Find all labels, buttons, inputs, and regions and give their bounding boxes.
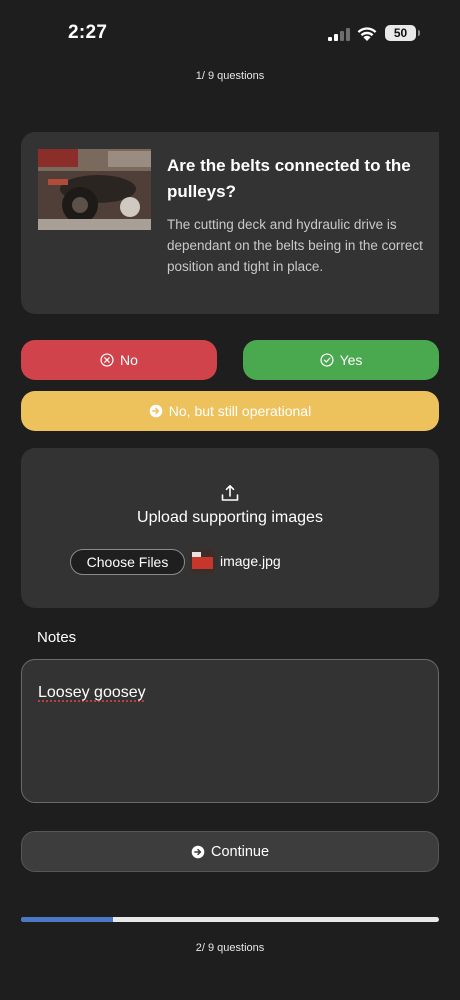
question-title: Are the belts connected to the pulleys? <box>167 156 411 201</box>
status-time: 2:27 <box>68 22 108 43</box>
upload-icon <box>221 485 239 501</box>
question-counter-bottom: 2/ 9 questions <box>195 942 265 954</box>
x-circle-icon <box>100 353 114 367</box>
machinery-photo-icon <box>38 149 151 230</box>
answer-partial-label: No, but still operational <box>168 403 312 419</box>
wifi-icon <box>357 27 377 41</box>
answer-yes-button[interactable]: Yes <box>243 340 439 380</box>
upload-title: Upload supporting images <box>137 509 323 526</box>
answer-no-button[interactable]: No <box>21 340 217 380</box>
cellular-signal-icon <box>328 27 350 41</box>
battery-indicator: 50 <box>385 25 420 41</box>
notes-label: Notes <box>37 629 77 646</box>
question-image[interactable] <box>38 149 151 230</box>
continue-label: Continue <box>210 843 270 860</box>
answer-yes-label: Yes <box>339 352 363 368</box>
question-description: The cutting deck and hydraulic drive is … <box>167 217 423 274</box>
question-card: Are the belts connected to the pulleys? … <box>21 132 439 314</box>
image-thumbnail-icon <box>190 549 215 574</box>
notes-textarea[interactable]: Loosey goosey <box>21 659 439 803</box>
question-counter-top: 1/ 9 questions <box>195 70 265 82</box>
file-thumbnail <box>190 549 215 574</box>
progress-bar-fill <box>21 917 113 922</box>
status-bar: 2:27 50 <box>0 0 460 66</box>
check-circle-icon <box>320 353 334 367</box>
file-name: image.jpg <box>220 553 281 569</box>
continue-button[interactable]: Continue <box>21 831 439 872</box>
answer-no-label: No <box>120 352 138 368</box>
choose-files-button[interactable]: Choose Files <box>70 549 185 575</box>
upload-card: Upload supporting images Choose Files im… <box>21 448 439 608</box>
progress-bar <box>21 917 439 922</box>
notes-text: Loosey goosey <box>38 684 146 701</box>
arrow-right-circle-icon <box>191 845 205 858</box>
answer-partial-button[interactable]: No, but still operational <box>21 391 439 431</box>
arrow-right-circle-icon <box>149 404 163 418</box>
